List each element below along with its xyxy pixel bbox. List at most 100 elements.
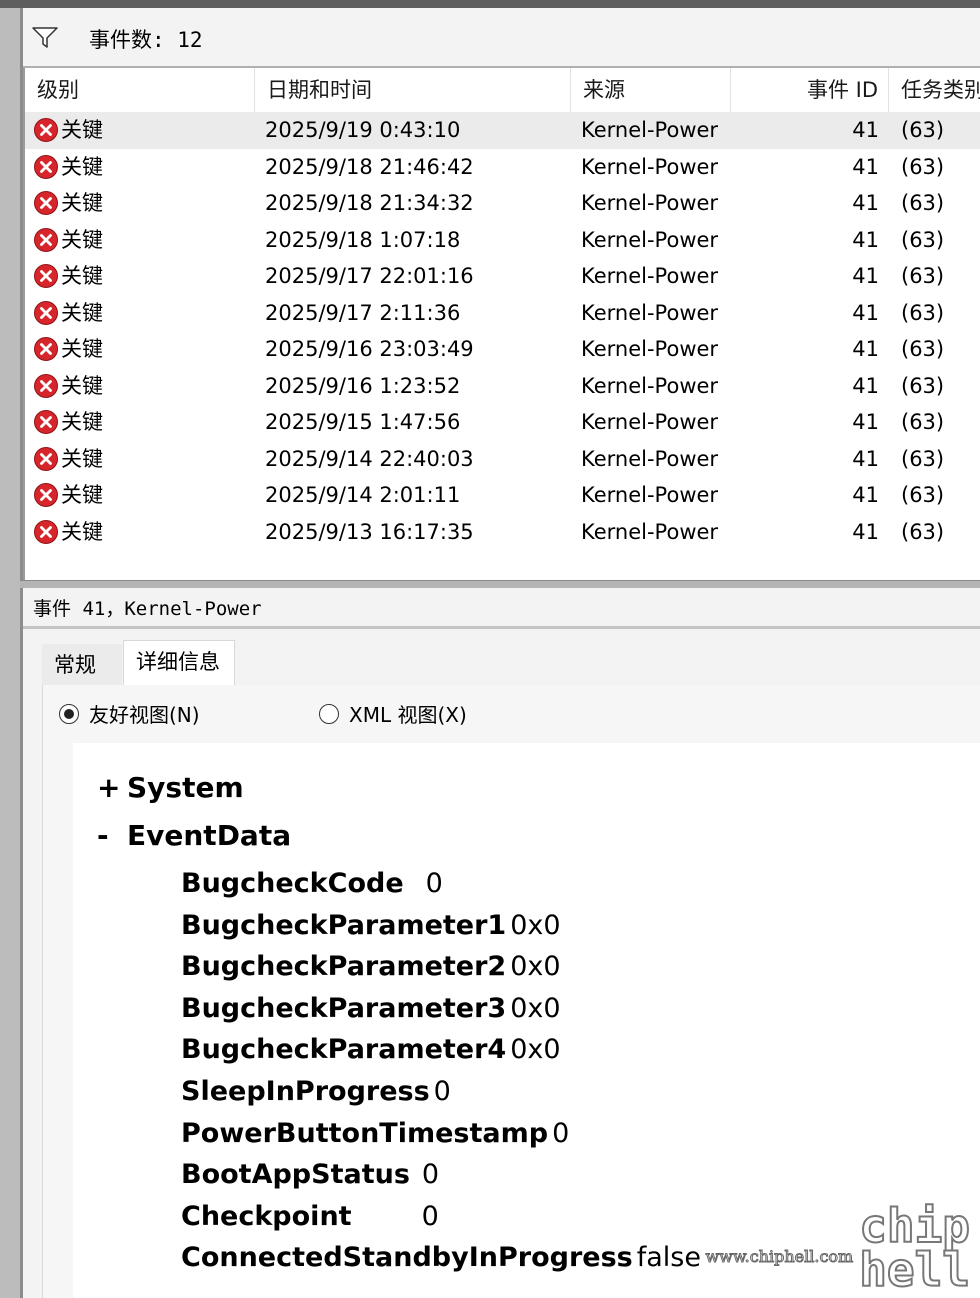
field-key: PowerButtonTimestamp: [181, 1117, 549, 1149]
tree-node-system[interactable]: + System: [97, 771, 244, 804]
events-table: 级别 日期和时间 来源 事件 ID 任务类别 关键 2025/9/19 0:43:…: [23, 68, 980, 580]
task-category-cell: (63): [901, 191, 945, 215]
chiphell-logo: chip hell: [858, 1199, 971, 1297]
level-label: 关键: [61, 483, 103, 507]
table-header: 级别 日期和时间 来源 事件 ID 任务类别: [25, 68, 980, 112]
table-row[interactable]: 关键 2025/9/17 2:11:36 Kernel-Power 41 (63): [25, 295, 980, 332]
top-strip: [0, 0, 980, 8]
gutter: [43, 743, 73, 1298]
datetime-cell: 2025/9/14 2:01:11: [265, 483, 461, 507]
task-category-cell: (63): [901, 410, 945, 434]
level-label: 关键: [61, 191, 103, 215]
eventdata-field: PowerButtonTimestamp 0: [181, 1118, 569, 1149]
xml-view-radio[interactable]: XML 视图(X): [319, 699, 467, 728]
filter-bar: 事件数: 12: [23, 8, 980, 68]
task-category-cell: (63): [901, 154, 945, 179]
level-cell: 关键: [33, 295, 103, 332]
expand-toggle[interactable]: +: [97, 771, 127, 804]
field-value: 0: [433, 1076, 451, 1107]
field-key: ConnectedStandbyInProgress: [181, 1242, 633, 1274]
level-cell: 关键: [33, 222, 103, 259]
column-header-datetime[interactable]: 日期和时间: [255, 68, 571, 112]
field-value: 0: [552, 1117, 570, 1149]
level-cell: 关键: [33, 258, 103, 295]
critical-error-icon: [34, 191, 58, 216]
level-label: 关键: [61, 227, 103, 252]
table-row[interactable]: 关键 2025/9/13 16:17:35 Kernel-Power 41 (63): [25, 514, 980, 551]
level-cell: 关键: [33, 112, 103, 149]
level-cell: 关键: [33, 149, 103, 186]
column-header-event-id[interactable]: 事件 ID: [731, 68, 889, 112]
column-header-level[interactable]: 级别: [25, 68, 255, 112]
event-id-cell: 41: [852, 227, 879, 252]
table-row[interactable]: 关键 2025/9/18 1:07:18 Kernel-Power 41 (63): [25, 222, 980, 259]
datetime-cell: 2025/9/16 23:03:49: [265, 337, 474, 361]
watermark-url: www.chiphell.com: [705, 1247, 854, 1267]
table-row[interactable]: 关键 2025/9/18 21:34:32 Kernel-Power 41 (63): [25, 185, 980, 222]
tab-general[interactable]: 常规: [42, 644, 122, 686]
datetime-cell: 2025/9/13 16:17:35: [265, 519, 474, 544]
table-body: 关键 2025/9/19 0:43:10 Kernel-Power 41 (63) 关键 2…: [25, 112, 980, 550]
level-cell: 关键: [33, 331, 103, 368]
event-list-panel: 事件数: 12 级别 日期和时间 来源 事件 ID 任务类别 关键 2025/9/…: [20, 8, 980, 580]
source-cell: Kernel-Power: [581, 373, 719, 398]
datetime-cell: 2025/9/18 21:34:32: [265, 191, 474, 215]
column-header-task[interactable]: 任务类别: [889, 68, 980, 112]
table-row[interactable]: 关键 2025/9/16 1:23:52 Kernel-Power 41 (63): [25, 368, 980, 405]
source-cell: Kernel-Power: [581, 446, 719, 471]
table-row[interactable]: 关键 2025/9/18 21:46:42 Kernel-Power 41 (63): [25, 149, 980, 186]
source-cell: Kernel-Power: [581, 227, 719, 252]
critical-error-icon: [34, 118, 58, 143]
level-cell: 关键: [33, 477, 103, 514]
critical-error-icon: [34, 300, 58, 325]
source-cell: Kernel-Power: [581, 191, 719, 215]
eventdata-field: BugcheckParameter2 0x0: [181, 951, 561, 982]
column-header-source[interactable]: 来源: [571, 68, 731, 112]
filter-icon[interactable]: [31, 26, 59, 50]
event-id-cell: 41: [852, 519, 879, 544]
table-row[interactable]: 关键 2025/9/14 22:40:03 Kernel-Power 41 (63): [25, 441, 980, 478]
table-row[interactable]: 关键 2025/9/14 2:01:11 Kernel-Power 41 (63): [25, 477, 980, 514]
field-value: 0x0: [510, 1034, 561, 1066]
event-id-cell: 41: [852, 410, 879, 434]
datetime-cell: 2025/9/18 1:07:18: [265, 227, 461, 252]
level-label: 关键: [61, 337, 103, 361]
event-id-cell: 41: [852, 300, 879, 325]
tree-node-eventdata[interactable]: - EventData: [97, 819, 291, 852]
field-key: BugcheckParameter1: [181, 909, 507, 941]
eventdata-field: SleepInProgress 0: [181, 1076, 451, 1107]
table-row[interactable]: 关键 2025/9/17 22:01:16 Kernel-Power 41 (63): [25, 258, 980, 295]
view-options: 友好视图(N) XML 视图(X): [43, 685, 980, 743]
field-key: BugcheckCode: [181, 868, 404, 899]
field-value: 0x0: [510, 992, 561, 1024]
watermark: www.chiphell.com chip hell: [705, 1199, 971, 1297]
task-category-cell: (63): [901, 446, 945, 471]
eventdata-field: BugcheckCode 0: [181, 868, 443, 899]
event-id-cell: 41: [852, 373, 879, 398]
table-row[interactable]: 关键 2025/9/15 1:47:56 Kernel-Power 41 (63): [25, 404, 980, 441]
level-label: 关键: [61, 446, 103, 471]
field-key: BugcheckParameter2: [181, 951, 507, 983]
datetime-cell: 2025/9/15 1:47:56: [265, 410, 461, 434]
splitter[interactable]: [20, 580, 980, 588]
event-id-cell: 41: [852, 446, 879, 471]
field-key: SleepInProgress: [181, 1076, 430, 1107]
field-value: 0x0: [510, 909, 561, 941]
source-cell: Kernel-Power: [581, 337, 719, 361]
event-detail-title: 事件 41，Kernel-Power: [33, 598, 262, 620]
source-cell: Kernel-Power: [581, 154, 719, 179]
table-row[interactable]: 关键 2025/9/19 0:43:10 Kernel-Power 41 (63): [25, 112, 980, 149]
level-label: 关键: [61, 373, 103, 398]
eventdata-field: BugcheckParameter3 0x0: [181, 993, 561, 1024]
tab-details[interactable]: 详细信息: [123, 640, 235, 687]
friendly-view-radio[interactable]: 友好视图(N): [59, 699, 200, 728]
tree-node-label: EventData: [127, 819, 292, 852]
collapse-toggle[interactable]: -: [97, 819, 127, 852]
datetime-cell: 2025/9/16 1:23:52: [265, 373, 461, 398]
source-cell: Kernel-Power: [581, 483, 719, 507]
table-row[interactable]: 关键 2025/9/16 23:03:49 Kernel-Power 41 (63): [25, 331, 980, 368]
field-value: 0: [421, 1159, 440, 1191]
field-key: BootAppStatus: [181, 1159, 410, 1191]
datetime-cell: 2025/9/17 2:11:36: [265, 300, 461, 325]
field-key: BugcheckParameter3: [181, 992, 507, 1024]
